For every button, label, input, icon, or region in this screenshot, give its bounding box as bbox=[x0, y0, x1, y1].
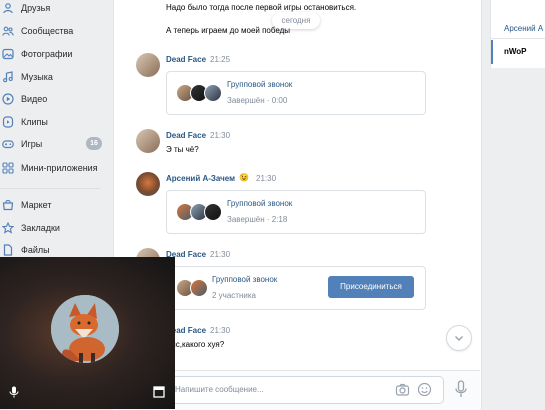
message-text: Надо было тогда после первой игры остано… bbox=[166, 3, 357, 12]
call-status: 2 участника bbox=[212, 291, 256, 300]
active-indicator bbox=[491, 40, 493, 64]
message-time: 21:30 bbox=[210, 326, 231, 335]
sidebar-item-label: Видео bbox=[21, 94, 48, 104]
message-time: 21:30 bbox=[210, 131, 231, 140]
participant-avatar bbox=[190, 279, 208, 297]
games-icon bbox=[2, 140, 14, 149]
sidebar-item-communities[interactable]: Сообщества bbox=[0, 22, 108, 40]
friends-icon bbox=[3, 3, 13, 14]
conversations-panel: Арсений А nWoP bbox=[490, 0, 545, 68]
message-text: Э ты чё? bbox=[166, 145, 199, 154]
sidebar-item-bookmarks[interactable]: Закладки bbox=[0, 219, 108, 237]
sidebar-item-music[interactable]: Музыка bbox=[0, 68, 108, 86]
call-participants bbox=[176, 84, 224, 102]
sidebar-item-label: Музыка bbox=[21, 72, 53, 82]
sidebar-item-clips[interactable]: Клипы bbox=[0, 113, 108, 131]
avatar-dead-face[interactable] bbox=[136, 53, 160, 77]
panel-divider bbox=[491, 38, 545, 39]
camera-button[interactable] bbox=[395, 382, 410, 397]
video-icon bbox=[2, 93, 14, 105]
sidebar-item-label: Маркет bbox=[21, 200, 52, 210]
sidebar-item-label: Игры bbox=[21, 139, 43, 149]
photos-icon bbox=[2, 48, 14, 60]
message-time: 21:25 bbox=[210, 55, 231, 64]
group-call-card[interactable]: Групповой звонок Завершён · 0:00 bbox=[166, 71, 426, 115]
microphone-icon[interactable] bbox=[8, 386, 20, 398]
call-video-window[interactable] bbox=[0, 257, 175, 409]
scroll-down-button[interactable] bbox=[446, 325, 472, 351]
group-call-card[interactable]: Групповой звонок 2 участника Присоединит… bbox=[166, 266, 426, 310]
fox-image bbox=[51, 295, 119, 363]
message-author[interactable]: Dead Face bbox=[166, 131, 206, 140]
market-icon bbox=[2, 199, 14, 211]
sidebar-item-label: Файлы bbox=[21, 245, 50, 255]
sidebar-item-label: Друзья bbox=[21, 3, 51, 13]
sidebar-item-friends[interactable]: Друзья bbox=[0, 0, 108, 17]
message-time: 21:30 bbox=[210, 250, 231, 259]
emoji-button[interactable] bbox=[417, 382, 432, 397]
sidebar-item-label: Мини-приложения bbox=[21, 163, 98, 173]
conversation-item-active[interactable]: nWoP bbox=[504, 47, 527, 56]
files-icon bbox=[3, 244, 13, 256]
sidebar-item-games[interactable]: Игры 16 bbox=[0, 135, 108, 153]
join-call-button[interactable]: Присоединиться bbox=[328, 276, 414, 298]
call-participants bbox=[176, 203, 224, 221]
voice-message-button[interactable] bbox=[454, 380, 468, 398]
input-placeholder: Напишите сообщение... bbox=[175, 385, 264, 394]
participant-avatar bbox=[204, 84, 222, 102]
sidebar-divider bbox=[0, 188, 100, 189]
avatar-dead-face[interactable] bbox=[136, 129, 160, 153]
sidebar-item-photos[interactable]: Фотографии bbox=[0, 45, 108, 63]
participant-avatar bbox=[204, 203, 222, 221]
wink-emoji: 😉 bbox=[239, 173, 249, 182]
call-status: Завершён · 0:00 bbox=[227, 96, 288, 105]
call-title: Групповой звонок bbox=[212, 275, 278, 284]
communities-icon bbox=[2, 26, 14, 36]
chevron-down-icon bbox=[455, 336, 463, 341]
fullscreen-icon[interactable] bbox=[153, 386, 165, 398]
sidebar-item-label: Клипы bbox=[21, 117, 48, 127]
games-badge: 16 bbox=[86, 137, 102, 150]
smile-icon bbox=[417, 382, 432, 397]
call-participant-avatar bbox=[51, 295, 119, 363]
avatar-arseniy[interactable] bbox=[136, 172, 160, 196]
clips-icon bbox=[2, 116, 14, 128]
group-call-card[interactable]: Групповой звонок Завершён · 2:18 bbox=[166, 190, 426, 234]
message-text: А теперь играем до моей победы bbox=[166, 26, 291, 35]
message-time: 21:30 bbox=[256, 174, 277, 183]
bookmarks-icon bbox=[2, 222, 14, 234]
mini-apps-icon bbox=[2, 162, 14, 174]
camera-icon bbox=[395, 383, 410, 396]
sidebar-item-mini-apps[interactable]: Мини-приложения bbox=[0, 159, 108, 177]
sidebar-item-video[interactable]: Видео bbox=[0, 90, 108, 108]
music-icon bbox=[3, 71, 13, 83]
sidebar-item-label: Фотографии bbox=[21, 49, 73, 59]
call-status: Завершён · 2:18 bbox=[227, 215, 288, 224]
sidebar-item-label: Сообщества bbox=[21, 26, 74, 36]
message-author[interactable]: Dead Face bbox=[166, 55, 206, 64]
conversation-item[interactable]: Арсений А bbox=[504, 24, 543, 33]
sidebar-item-label: Закладки bbox=[21, 223, 60, 233]
message-author[interactable]: Арсений А-Зачем bbox=[166, 174, 235, 183]
sidebar-item-market[interactable]: Маркет bbox=[0, 196, 108, 214]
call-title: Групповой звонок bbox=[227, 80, 293, 89]
call-title: Групповой звонок bbox=[227, 199, 293, 208]
microphone-icon bbox=[455, 380, 467, 397]
